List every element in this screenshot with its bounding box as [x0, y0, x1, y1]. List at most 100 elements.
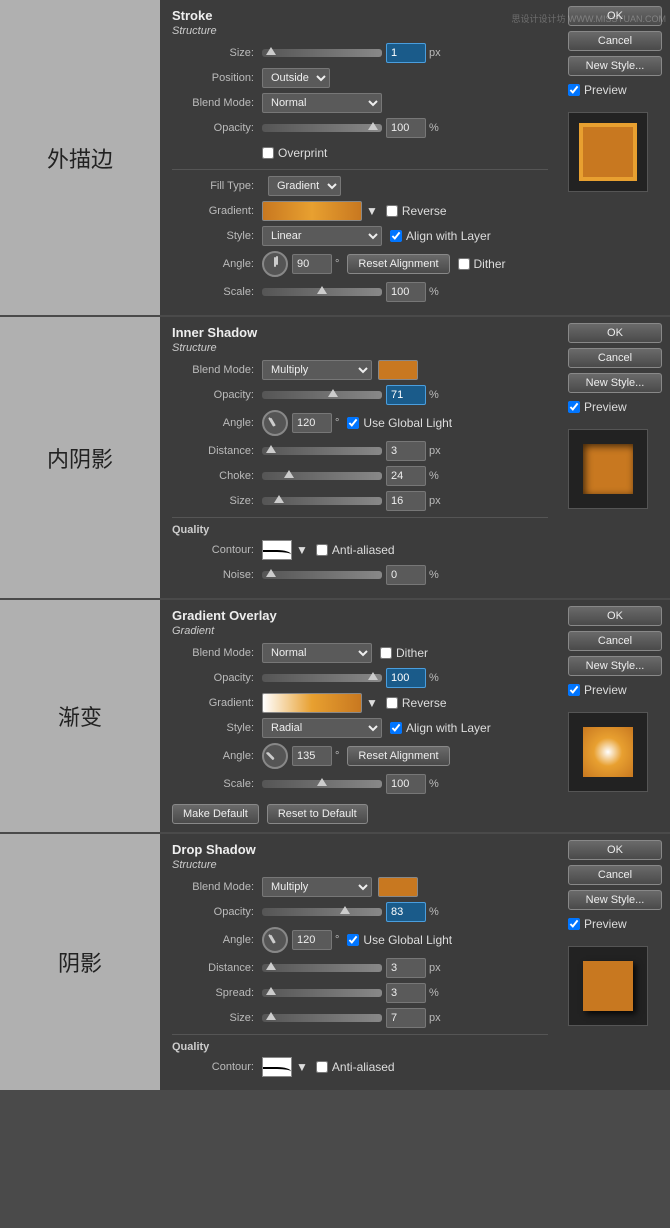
stroke-overprint-label[interactable]: Overprint: [262, 146, 327, 160]
ds-contour-arrow[interactable]: ▼: [296, 1060, 308, 1074]
ds-opacity-thumb[interactable]: [340, 906, 350, 914]
go-opacity-slider[interactable]: [262, 674, 382, 682]
stroke-reset-alignment-button[interactable]: Reset Alignment: [347, 254, 449, 274]
ds-distance-thumb[interactable]: [266, 962, 276, 970]
ds-opacity-slider[interactable]: [262, 908, 382, 916]
ds-ok-button[interactable]: OK: [568, 840, 662, 860]
inner-shadow-choke-track[interactable]: [262, 472, 382, 480]
inner-shadow-size-thumb[interactable]: [274, 495, 284, 503]
go-scale-thumb[interactable]: [317, 778, 327, 786]
inner-shadow-noise-track[interactable]: [262, 571, 382, 579]
ds-size-input[interactable]: [386, 1008, 426, 1028]
ds-preview-checkbox[interactable]: [568, 918, 580, 930]
stroke-angle-input[interactable]: [292, 254, 332, 274]
go-scale-track[interactable]: [262, 780, 382, 788]
ds-cancel-button[interactable]: Cancel: [568, 865, 662, 885]
stroke-reverse-label[interactable]: Reverse: [386, 204, 447, 218]
go-opacity-track[interactable]: [262, 674, 382, 682]
ds-opacity-input[interactable]: [386, 902, 426, 922]
go-preview-checkbox[interactable]: [568, 684, 580, 696]
go-angle-input[interactable]: [292, 746, 332, 766]
stroke-style-select[interactable]: Linear Radial Angle: [262, 226, 382, 246]
ds-color-swatch[interactable]: [378, 877, 418, 897]
stroke-size-input[interactable]: [386, 43, 426, 63]
stroke-gradient-arrow[interactable]: ▼: [366, 204, 378, 218]
go-reset-to-default-button[interactable]: Reset to Default: [267, 804, 368, 824]
inner-shadow-noise-thumb[interactable]: [266, 569, 276, 577]
inner-shadow-cancel-button[interactable]: Cancel: [568, 348, 662, 368]
stroke-scale-thumb[interactable]: [317, 286, 327, 294]
inner-shadow-globallight-checkbox[interactable]: [347, 417, 359, 429]
ds-spread-track[interactable]: [262, 989, 382, 997]
stroke-gradient-swatch[interactable]: [262, 201, 362, 221]
stroke-angle-dial[interactable]: [262, 251, 288, 277]
stroke-dither-checkbox[interactable]: [458, 258, 470, 270]
inner-shadow-choke-slider[interactable]: [262, 472, 382, 480]
inner-shadow-angle-dial[interactable]: [262, 410, 288, 436]
inner-shadow-noise-slider[interactable]: [262, 571, 382, 579]
inner-shadow-distance-thumb[interactable]: [266, 445, 276, 453]
ds-distance-input[interactable]: [386, 958, 426, 978]
stroke-opacity-track[interactable]: [262, 124, 382, 132]
inner-shadow-choke-input[interactable]: [386, 466, 426, 486]
go-gradient-arrow[interactable]: ▼: [366, 696, 378, 710]
ds-antialias-checkbox[interactable]: [316, 1061, 328, 1073]
ds-size-slider[interactable]: [262, 1014, 382, 1022]
ds-angle-input[interactable]: [292, 930, 332, 950]
stroke-blend-select[interactable]: Normal Multiply Screen: [262, 93, 382, 113]
go-style-select[interactable]: Radial Linear Angle: [262, 718, 382, 738]
inner-shadow-antialias-label[interactable]: Anti-aliased: [316, 543, 395, 557]
go-dither-checkbox[interactable]: [380, 647, 392, 659]
stroke-align-label[interactable]: Align with Layer: [390, 229, 491, 243]
ds-angle-dial[interactable]: [262, 927, 288, 953]
inner-shadow-antialias-checkbox[interactable]: [316, 544, 328, 556]
ds-globallight-checkbox[interactable]: [347, 934, 359, 946]
inner-shadow-size-slider[interactable]: [262, 497, 382, 505]
inner-shadow-distance-input[interactable]: [386, 441, 426, 461]
stroke-reverse-checkbox[interactable]: [386, 205, 398, 217]
stroke-scale-slider[interactable]: [262, 288, 382, 296]
inner-shadow-newstyle-button[interactable]: New Style...: [568, 373, 662, 393]
inner-shadow-ok-button[interactable]: OK: [568, 323, 662, 343]
stroke-newstyle-button[interactable]: New Style...: [568, 56, 662, 76]
stroke-opacity-input[interactable]: [386, 118, 426, 138]
go-ok-button[interactable]: OK: [568, 606, 662, 626]
inner-shadow-contour-swatch[interactable]: [262, 540, 292, 560]
stroke-preview-label[interactable]: Preview: [568, 83, 662, 97]
stroke-scale-track[interactable]: [262, 288, 382, 296]
ds-distance-track[interactable]: [262, 964, 382, 972]
go-newstyle-button[interactable]: New Style...: [568, 656, 662, 676]
inner-shadow-size-track[interactable]: [262, 497, 382, 505]
inner-shadow-contour-arrow[interactable]: ▼: [296, 543, 308, 557]
inner-shadow-noise-input[interactable]: [386, 565, 426, 585]
inner-shadow-angle-input[interactable]: [292, 413, 332, 433]
go-scale-input[interactable]: [386, 774, 426, 794]
go-preview-label[interactable]: Preview: [568, 683, 662, 697]
ds-newstyle-button[interactable]: New Style...: [568, 890, 662, 910]
ds-blend-select[interactable]: Multiply Normal: [262, 877, 372, 897]
go-reset-alignment-button[interactable]: Reset Alignment: [347, 746, 449, 766]
ds-contour-swatch[interactable]: [262, 1057, 292, 1077]
ds-size-thumb[interactable]: [266, 1012, 276, 1020]
inner-shadow-choke-thumb[interactable]: [284, 470, 294, 478]
ds-spread-thumb[interactable]: [266, 987, 276, 995]
ds-distance-slider[interactable]: [262, 964, 382, 972]
go-cancel-button[interactable]: Cancel: [568, 631, 662, 651]
go-align-label[interactable]: Align with Layer: [390, 721, 491, 735]
stroke-overprint-checkbox[interactable]: [262, 147, 274, 159]
go-angle-dial[interactable]: [262, 743, 288, 769]
stroke-preview-checkbox[interactable]: [568, 84, 580, 96]
ds-size-track[interactable]: [262, 1014, 382, 1022]
stroke-scale-input[interactable]: [386, 282, 426, 302]
stroke-align-checkbox[interactable]: [390, 230, 402, 242]
ds-preview-label[interactable]: Preview: [568, 917, 662, 931]
stroke-cancel-button[interactable]: Cancel: [568, 31, 662, 51]
inner-shadow-preview-checkbox[interactable]: [568, 401, 580, 413]
ds-globallight-label[interactable]: Use Global Light: [347, 933, 452, 947]
inner-shadow-preview-label[interactable]: Preview: [568, 400, 662, 414]
ds-opacity-track[interactable]: [262, 908, 382, 916]
stroke-opacity-slider[interactable]: [262, 124, 382, 132]
go-opacity-input[interactable]: [386, 668, 426, 688]
go-scale-slider[interactable]: [262, 780, 382, 788]
inner-shadow-distance-track[interactable]: [262, 447, 382, 455]
